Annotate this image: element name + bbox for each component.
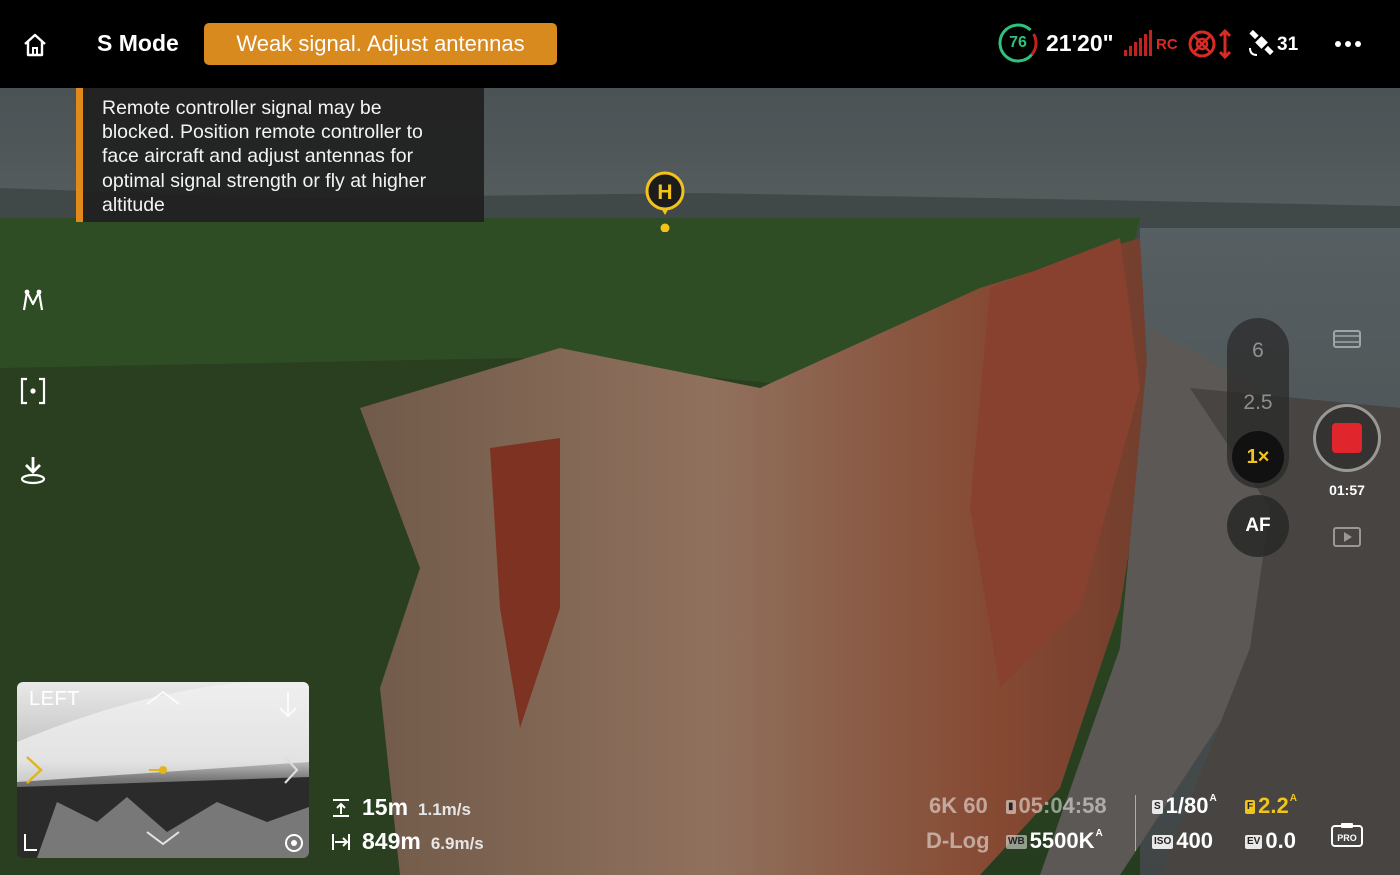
- zoom-option-6[interactable]: 6: [1227, 339, 1289, 363]
- flight-mode-label[interactable]: S Mode: [97, 30, 179, 57]
- wb-tag: WB: [1006, 835, 1027, 849]
- rc-signal-bars-icon[interactable]: [1124, 30, 1152, 56]
- gps-satellite-count: 31: [1277, 34, 1299, 55]
- top-status-bar: S Mode Weak signal. Adjust antennas 76 2…: [0, 0, 1400, 88]
- vertical-speed-value: 1.1m/s: [418, 800, 471, 819]
- landing-icon: [20, 457, 46, 485]
- signal-warning-tooltip: Remote controller signal may be blocked.…: [76, 88, 484, 222]
- color-profile[interactable]: D-Log: [926, 828, 990, 854]
- remaining-time-value: 05:04:58: [1018, 793, 1107, 818]
- record-button[interactable]: [1313, 404, 1381, 472]
- mini-map-label: LEFT: [29, 688, 80, 710]
- altitude-icon: [333, 798, 349, 817]
- exposure-value[interactable]: EV 0.0: [1245, 828, 1296, 854]
- focus-track-button[interactable]: [15, 373, 51, 409]
- aperture-tag: F: [1245, 800, 1256, 814]
- battery-indicator[interactable]: 76: [997, 22, 1039, 64]
- rc-label: RC: [1156, 36, 1178, 53]
- iso-tag: ISO: [1152, 835, 1174, 849]
- tooltip-line: blocked. Position remote controller to: [102, 121, 423, 144]
- auto-land-button[interactable]: [15, 452, 51, 488]
- shutter-tag: S: [1152, 800, 1163, 814]
- obstacle-warning-icon[interactable]: [1187, 28, 1233, 60]
- horizontal-speed-value: 6.9m/s: [430, 834, 484, 853]
- playback-icon[interactable]: [1332, 526, 1362, 548]
- zoom-option-active[interactable]: 1×: [1232, 431, 1284, 483]
- aperture-auto-mark: A: [1289, 793, 1297, 804]
- aperture[interactable]: F 2.2A: [1245, 793, 1297, 819]
- distance-readout: 849m 6.9m/s: [330, 828, 484, 855]
- shutter-auto-mark: A: [1209, 793, 1217, 804]
- pro-mode-icon[interactable]: PRO: [1330, 822, 1364, 848]
- wb-value: 5500K: [1029, 828, 1095, 853]
- home-icon: [24, 33, 46, 57]
- autofocus-button[interactable]: AF: [1227, 495, 1289, 557]
- iso-value: 400: [1176, 828, 1213, 853]
- distance-value: 849m: [362, 828, 421, 854]
- satellite-icon[interactable]: [1247, 28, 1277, 58]
- distance-icon: [332, 833, 350, 850]
- tooltip-line: Remote controller signal may be: [102, 97, 382, 119]
- camera-params-divider: [1135, 795, 1136, 851]
- battery-percent: 76: [1009, 34, 1027, 51]
- altitude-readout: 15m 1.1m/s: [330, 794, 471, 821]
- resolution-fps[interactable]: 6K 60: [929, 793, 988, 819]
- ev-value: 0.0: [1265, 828, 1296, 853]
- remaining-record-time: ▮ 05:04:58: [1006, 793, 1107, 819]
- shutter-value: 1/80: [1165, 793, 1209, 818]
- storage-icon: ▮: [1006, 800, 1016, 814]
- tooltip-line: face aircraft and adjust antennas for: [102, 145, 414, 168]
- pro-mode-label: PRO: [1337, 833, 1357, 843]
- more-options-button[interactable]: [1332, 30, 1364, 58]
- zoom-selector: 6 2.5 1×: [1227, 318, 1289, 488]
- tooltip-line: altitude: [102, 193, 165, 216]
- white-balance[interactable]: WB 5500KA: [1006, 828, 1103, 854]
- record-stop-icon: [1332, 423, 1362, 453]
- zoom-option-2-5[interactable]: 2.5: [1227, 391, 1289, 415]
- iso[interactable]: ISO 400: [1152, 828, 1213, 854]
- waypoint-route-icon: [22, 289, 44, 311]
- ev-tag: EV: [1245, 835, 1263, 849]
- altitude-value: 15m: [362, 794, 409, 820]
- home-point-icon: H: [645, 171, 685, 233]
- wb-auto-mark: A: [1095, 828, 1103, 839]
- photo-video-mode-icon[interactable]: [1332, 328, 1362, 350]
- more-icon: [1335, 41, 1341, 47]
- home-point-marker[interactable]: H: [643, 170, 687, 233]
- home-button[interactable]: [18, 28, 52, 62]
- record-timer: 01:57: [1329, 482, 1365, 498]
- weak-signal-warning[interactable]: Weak signal. Adjust antennas: [204, 23, 557, 65]
- home-point-label: H: [657, 181, 672, 204]
- waypoint-button[interactable]: [15, 282, 51, 318]
- flight-time-remaining: 21'20": [1046, 30, 1114, 56]
- tooltip-line: optimal signal strength or fly at higher: [102, 169, 427, 192]
- focus-frame-icon: [20, 377, 46, 405]
- mini-map-view[interactable]: LEFT: [17, 682, 309, 858]
- aperture-value: 2.2: [1258, 793, 1289, 818]
- shutter-speed[interactable]: S 1/80A: [1152, 793, 1217, 819]
